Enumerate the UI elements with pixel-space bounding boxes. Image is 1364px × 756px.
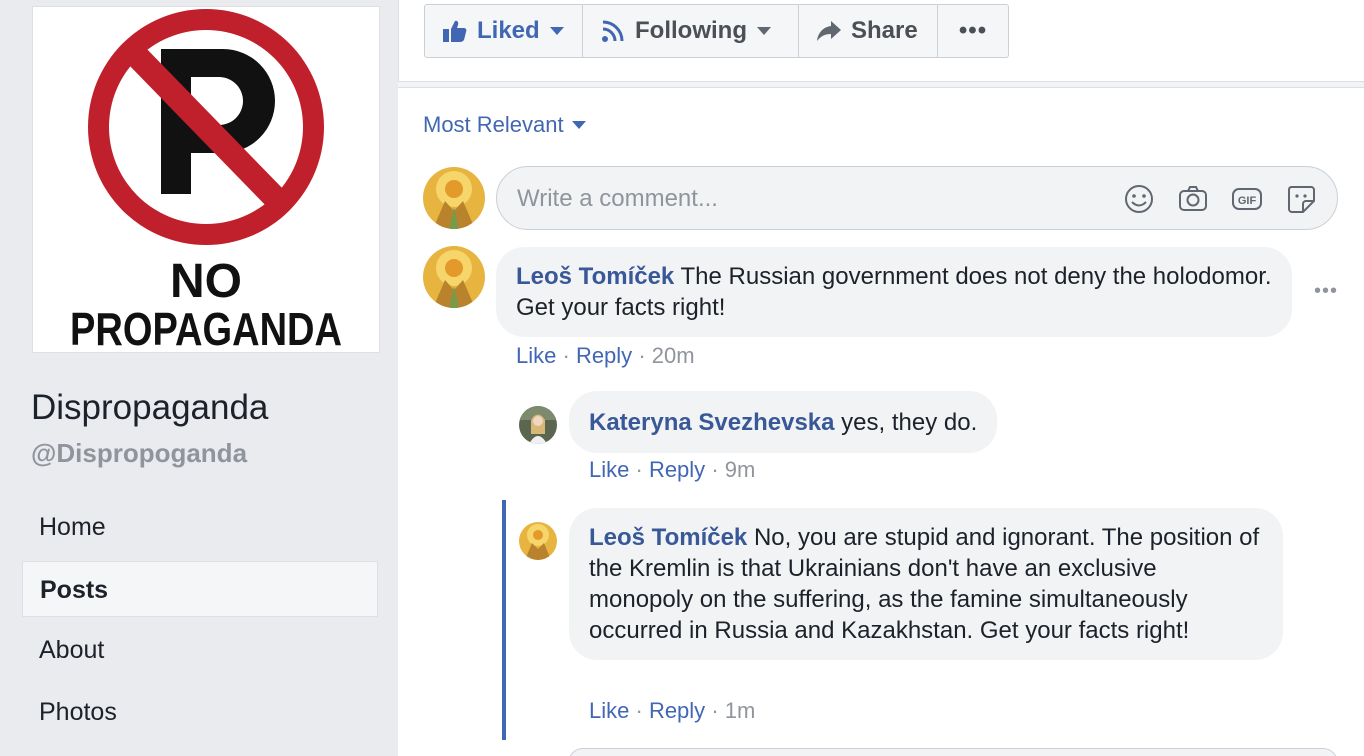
rss-feed-icon [602, 20, 624, 42]
chevron-down-icon [549, 27, 564, 35]
reply-meta: Like · Reply · 1m [589, 698, 755, 724]
page-name[interactable]: Dispropaganda [31, 388, 268, 428]
reply-avatar[interactable] [519, 522, 557, 560]
more-dots-icon: ••• [958, 17, 988, 44]
commenter-avatar[interactable] [423, 246, 485, 308]
share-button[interactable]: Share [799, 5, 938, 57]
comment-composer[interactable]: GIF [496, 166, 1338, 230]
page-handle: @Dispropoganda [31, 438, 248, 468]
no-propaganda-logo: NO PROPAGANDA [33, 7, 379, 352]
meta-separator: · [562, 343, 570, 368]
meta-separator: · [711, 698, 719, 723]
sidebar-item-home[interactable]: Home [22, 499, 378, 555]
thumbs-up-icon [443, 20, 467, 42]
like-link[interactable]: Like [516, 343, 556, 368]
reply-link[interactable]: Reply [649, 698, 705, 723]
comment-sort-dropdown[interactable]: Most Relevant [423, 112, 586, 138]
share-arrow-icon [817, 21, 841, 41]
meta-separator: · [635, 457, 643, 482]
camera-icon[interactable] [1177, 183, 1209, 215]
sidebar-item-photos[interactable]: Photos [22, 684, 378, 740]
chevron-down-icon [571, 121, 586, 129]
comment-author[interactable]: Leoš Tomíček [516, 263, 674, 290]
comment-bubble: Leoš Tomíček The Russian government does… [496, 247, 1292, 337]
reply-link[interactable]: Reply [576, 343, 632, 368]
liked-label: Liked [477, 17, 540, 44]
page-profile-picture[interactable]: NO PROPAGANDA [32, 6, 380, 353]
following-label: Following [635, 17, 747, 44]
reply-author[interactable]: Kateryna Svezhevska [589, 409, 834, 436]
reply-bubble: Leoš Tomíček No, you are stupid and igno… [569, 508, 1283, 660]
current-user-avatar[interactable] [423, 167, 485, 229]
page-actions-strip: Liked Following Share ••• [398, 0, 1364, 82]
logo-text-propaganda: PROPAGANDA [70, 303, 342, 352]
comment-meta: Like · Reply · 20m [516, 343, 695, 369]
like-link[interactable]: Like [589, 698, 629, 723]
sort-label: Most Relevant [423, 112, 564, 137]
comment-input[interactable] [517, 181, 1077, 217]
section-divider [398, 82, 1364, 88]
reply-text: yes, they do. [841, 409, 978, 436]
meta-separator: · [711, 457, 719, 482]
reply-meta: Like · Reply · 9m [589, 457, 755, 483]
main-content: Liked Following Share ••• Most Relevant … [398, 0, 1364, 756]
more-options-button[interactable]: ••• [938, 5, 1008, 57]
liked-button[interactable]: Liked [425, 5, 583, 57]
reply-bubble: Kateryna Svezhevska yes, they do. [569, 391, 998, 453]
comment-options-icon[interactable]: ••• [1314, 280, 1338, 303]
chevron-down-icon [756, 27, 771, 35]
sidebar-item-about[interactable]: About [22, 622, 378, 678]
meta-separator: · [638, 343, 646, 368]
share-label: Share [851, 17, 918, 44]
svg-text:GIF: GIF [1238, 195, 1257, 207]
reply-timestamp[interactable]: 9m [725, 457, 756, 482]
meta-separator: · [635, 698, 643, 723]
logo-text-no: NO [170, 255, 242, 308]
page-action-bar: Liked Following Share ••• [424, 4, 1009, 58]
page-sidebar: NO PROPAGANDA Dispropaganda @Dispropogan… [0, 0, 398, 756]
like-link[interactable]: Like [589, 457, 629, 482]
reply-author[interactable]: Leoš Tomíček [589, 524, 747, 551]
reply-avatar[interactable] [519, 406, 557, 444]
emoji-icon[interactable] [1123, 183, 1155, 215]
sidebar-item-posts[interactable]: Posts [22, 561, 378, 617]
gif-icon[interactable]: GIF [1231, 183, 1263, 215]
reply-composer-partial[interactable] [568, 748, 1338, 756]
thread-highlight-bar [502, 500, 506, 740]
sticker-icon[interactable] [1285, 183, 1317, 215]
reply-timestamp[interactable]: 1m [725, 698, 756, 723]
reply-link[interactable]: Reply [649, 457, 705, 482]
following-button[interactable]: Following [583, 5, 799, 57]
comment-timestamp[interactable]: 20m [652, 343, 695, 368]
